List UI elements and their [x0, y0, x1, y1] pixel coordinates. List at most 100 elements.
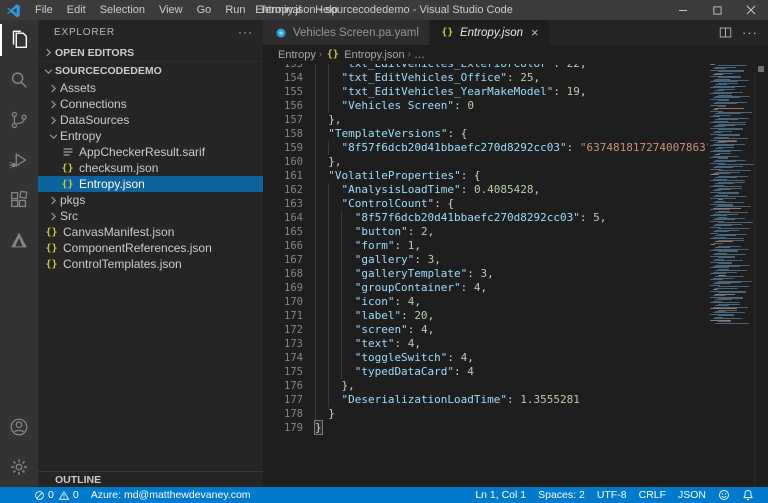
code-line: 166"form": 1,: [263, 239, 768, 253]
activity-item-accounts[interactable]: [0, 407, 38, 447]
status-label: CRLF: [639, 489, 666, 501]
tree-item-appcheckerresult-sarif[interactable]: AppCheckerResult.sarif: [38, 144, 263, 160]
tree-item-label: Entropy.json: [79, 177, 145, 191]
close-icon[interactable]: [734, 0, 768, 20]
outline-label: OUTLINE: [55, 474, 101, 486]
menu-selection[interactable]: Selection: [93, 0, 152, 20]
tree-item-pkgs[interactable]: pkgs: [38, 192, 263, 208]
status-cursor-position[interactable]: Ln 1, Col 1: [469, 487, 532, 503]
breadcrumb-separator-icon: ›: [408, 49, 411, 60]
breadcrumb-item-entropy[interactable]: Entropy: [278, 49, 316, 61]
menu-view[interactable]: View: [152, 0, 190, 20]
explorer-more-actions-icon[interactable]: ···: [238, 25, 253, 39]
menu-go[interactable]: Go: [190, 0, 219, 20]
status-notifications[interactable]: [736, 487, 760, 503]
tab-entropy-json[interactable]: {}Entropy.json×: [430, 20, 549, 45]
activity-item-explorer[interactable]: [0, 20, 38, 60]
code-line: 155"txt_EditVehicles_YearMakeModel": 19,: [263, 85, 768, 99]
tree-item-checksum-json[interactable]: {}checksum.json: [38, 160, 263, 176]
breadcrumb-item-entropy-json[interactable]: {}Entropy.json: [325, 49, 404, 61]
tree-item-src[interactable]: Src: [38, 208, 263, 224]
code-line-text: "toggleSwitch": 4,: [303, 351, 474, 365]
activity-item-run-and-debug[interactable]: [0, 140, 38, 180]
status-feedback[interactable]: [712, 487, 736, 503]
status-encoding[interactable]: UTF-8: [591, 487, 633, 503]
minimap[interactable]: [708, 64, 754, 487]
indent-guide: [315, 183, 328, 197]
file-tree: AssetsConnectionsDataSourcesEntropyAppCh…: [38, 80, 263, 471]
code-line-text: "VolatileProperties": {: [303, 169, 481, 183]
activity-item-search[interactable]: [0, 60, 38, 100]
vscode-window: FileEditSelectionViewGoRunTerminalHelp E…: [0, 0, 768, 503]
tree-item-componentreferences-json[interactable]: {}ComponentReferences.json: [38, 240, 263, 256]
breadcrumb: Entropy›{}Entropy.json›…: [263, 45, 768, 64]
chevron-right-icon: [41, 473, 55, 487]
section-sourcecodedemo[interactable]: SOURCECODEDEMO: [38, 62, 263, 80]
tree-item-label: ControlTemplates.json: [63, 257, 182, 271]
status-problems-warnings[interactable]: 0: [56, 487, 85, 503]
tree-item-connections[interactable]: Connections: [38, 96, 263, 112]
code-line: 160},: [263, 155, 768, 169]
code-token: "VolatileProperties": [328, 169, 460, 182]
menu-help[interactable]: Help: [308, 0, 345, 20]
indent-guide: [328, 183, 341, 197]
tree-item-controltemplates-json[interactable]: {} ControlTemplates.json: [38, 256, 263, 272]
section-open-editors[interactable]: OPEN EDITORS: [38, 44, 263, 62]
code-line: 158"TemplateVersions": {: [263, 127, 768, 141]
status-problems-errors[interactable]: 0: [28, 487, 56, 503]
status-language-mode[interactable]: JSON: [672, 487, 712, 503]
json-file-icon: {}: [44, 243, 59, 254]
indent-guide: [315, 127, 328, 141]
status-azure-account[interactable]: Azure: md@matthewdevaney.com: [85, 487, 257, 503]
breadcrumb-item-[interactable]: …: [414, 49, 425, 61]
menu-terminal[interactable]: Terminal: [253, 0, 309, 20]
line-number: 158: [263, 127, 303, 141]
indent-guide: [341, 309, 354, 323]
menu-file[interactable]: File: [28, 0, 60, 20]
indent-guide: [315, 365, 328, 379]
code-editor[interactable]: 153"txt_EditVehicles_ExteriorColor": 22,…: [263, 64, 768, 487]
search-icon: [8, 69, 30, 91]
status-eol[interactable]: CRLF: [633, 487, 672, 503]
indent-guide: [315, 85, 328, 99]
tree-item-entropy-json[interactable]: {}Entropy.json: [38, 176, 263, 192]
code-token: ,: [428, 309, 435, 322]
run-debug-icon: [8, 149, 30, 171]
code-token: ,: [467, 351, 474, 364]
editor-more-actions-icon[interactable]: ···: [742, 25, 758, 40]
code-token: ,: [434, 253, 441, 266]
activity-item-azure[interactable]: [0, 220, 38, 260]
code-line: 178}: [263, 407, 768, 421]
indent-guide: [315, 225, 328, 239]
activity-item-settings[interactable]: [0, 447, 38, 487]
outline-section-header[interactable]: OUTLINE: [38, 471, 263, 487]
code-line-text: "typedDataCard": 4: [303, 365, 474, 379]
minimize-icon[interactable]: [666, 0, 700, 20]
editor-scrollbar[interactable]: [754, 64, 768, 487]
code-token: "screen": [355, 323, 408, 336]
tree-item-canvasmanifest-json[interactable]: {}CanvasManifest.json: [38, 224, 263, 240]
line-number: 171: [263, 309, 303, 323]
tab-vehicles-screen-pa-yaml[interactable]: Vehicles Screen.pa.yaml: [263, 20, 429, 45]
vscode-logo-icon: [6, 2, 22, 18]
menu-run[interactable]: Run: [218, 0, 252, 20]
code-token: :: [567, 141, 580, 154]
split-editor-icon[interactable]: [719, 26, 732, 39]
tree-item-assets[interactable]: Assets: [38, 80, 263, 96]
status-indentation[interactable]: Spaces: 2: [532, 487, 591, 503]
menu-edit[interactable]: Edit: [60, 0, 93, 20]
activity-item-source-control[interactable]: [0, 100, 38, 140]
code-line-text: "8f57f6dcb20d41bbaefc270d8292cc03": 5,: [303, 211, 606, 225]
tree-item-datasources[interactable]: DataSources: [38, 112, 263, 128]
json-file-icon: {}: [44, 259, 59, 270]
close-icon[interactable]: ×: [531, 26, 539, 39]
indent-guide: [315, 71, 328, 85]
code-token: ,: [481, 281, 488, 294]
tree-item-entropy[interactable]: Entropy: [38, 128, 263, 144]
maximize-icon[interactable]: [700, 0, 734, 20]
code-line: 174"toggleSwitch": 4,: [263, 351, 768, 365]
code-line: 173"text": 4,: [263, 337, 768, 351]
chevron-right-icon: [46, 81, 60, 95]
breadcrumb-label: Entropy: [278, 49, 316, 61]
activity-item-extensions[interactable]: [0, 180, 38, 220]
